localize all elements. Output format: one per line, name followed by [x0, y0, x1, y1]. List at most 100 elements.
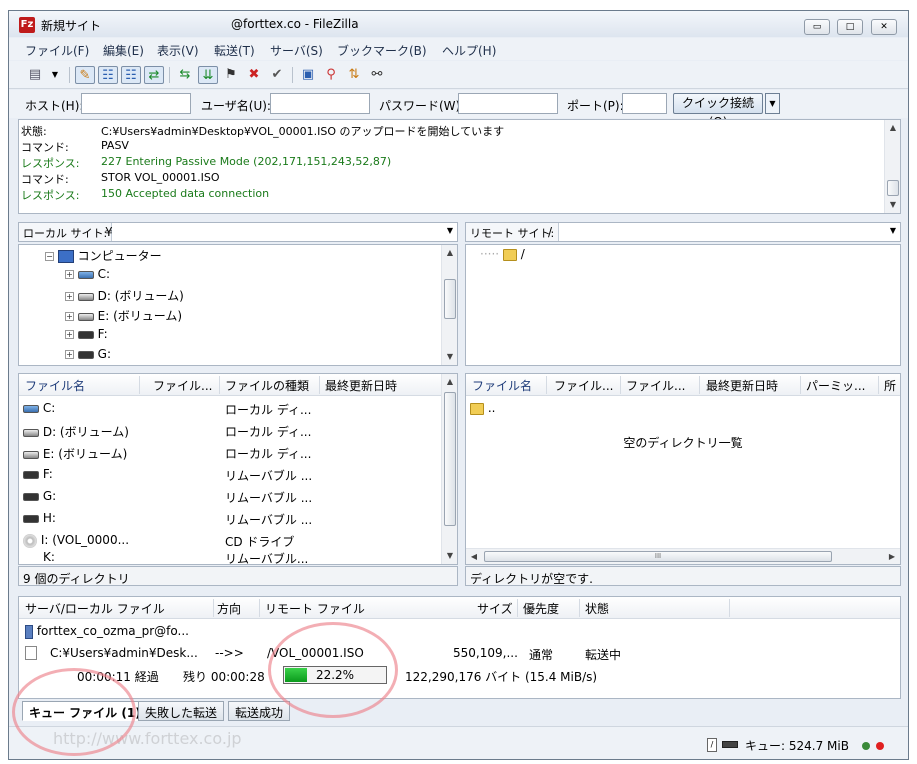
tree-node-drive[interactable]: + C: — [65, 267, 110, 287]
column-size[interactable]: サイズ — [477, 600, 513, 617]
scroll-thumb[interactable] — [444, 392, 456, 526]
list-item[interactable]: H: リムーバブル ... — [19, 508, 441, 530]
menu-bookmarks[interactable]: ブックマーク(B) — [337, 42, 427, 59]
bottom-status-bar: http://www.forttex.co.jp / キュー: 524.7 Mi… — [9, 726, 908, 759]
quickconnect-dropdown-icon[interactable]: ▼ — [765, 93, 780, 114]
expand-icon[interactable]: + — [65, 350, 74, 359]
minimize-button[interactable]: ▭ — [804, 19, 830, 35]
collapse-icon[interactable]: − — [45, 252, 54, 261]
list-item[interactable]: K: リムーバブル... — [19, 552, 441, 564]
column-remote-file[interactable]: リモート ファイル — [265, 600, 365, 617]
scroll-up-icon[interactable]: ▲ — [885, 120, 901, 136]
quickconnect-button[interactable]: クイック接続(Q) — [673, 93, 763, 129]
port-input[interactable] — [622, 93, 667, 114]
speed-limit-icon[interactable]: / — [707, 738, 717, 752]
list-item[interactable]: E: (ボリューム) ローカル ディ... — [19, 442, 441, 464]
log-scrollbar[interactable]: ▲ ▼ — [884, 120, 900, 213]
menu-server[interactable]: サーバ(S) — [270, 42, 323, 59]
maximize-button[interactable]: □ — [837, 19, 863, 35]
tab-queued-files[interactable]: キュー ファイル (1) — [22, 701, 148, 721]
list-item[interactable]: D: (ボリューム) ローカル ディ... — [19, 420, 441, 442]
toggle-remote-tree-icon[interactable]: ☷ — [121, 66, 141, 84]
menu-edit[interactable]: 編集(E) — [103, 42, 144, 59]
expand-icon[interactable]: + — [65, 312, 74, 321]
scroll-thumb[interactable]: III — [484, 551, 832, 562]
column-filesize[interactable]: ファイル... — [153, 377, 215, 394]
local-site-path[interactable]: ¥ — [105, 225, 113, 239]
scroll-down-icon[interactable]: ▼ — [885, 197, 901, 213]
column-filesize[interactable]: ファイル... — [554, 377, 618, 394]
process-queue-icon[interactable]: ⇊ — [198, 66, 218, 84]
tree-node-drive[interactable]: + D: (ボリューム) — [65, 287, 184, 307]
scroll-left-icon[interactable]: ◀ — [466, 549, 482, 564]
toggle-log-icon[interactable]: ✎ — [75, 66, 95, 84]
column-filename[interactable]: ファイル名 — [472, 377, 542, 394]
binary-mode-icon[interactable] — [722, 741, 738, 748]
close-button[interactable]: ✕ — [871, 19, 897, 35]
expand-icon[interactable]: + — [65, 292, 74, 301]
refresh-icon[interactable]: ⇆ — [175, 66, 195, 84]
scroll-right-icon[interactable]: ▶ — [884, 549, 900, 564]
column-direction[interactable]: 方向 — [217, 600, 241, 617]
column-separator — [219, 376, 220, 394]
list-item[interactable]: F: リムーバブル ... — [19, 464, 441, 486]
site-manager-dropdown-icon[interactable]: ▼ — [45, 66, 65, 84]
cancel-operation-icon[interactable]: ⚑ — [221, 66, 241, 84]
scroll-thumb[interactable] — [887, 180, 899, 196]
list-item[interactable]: G: リムーバブル ... — [19, 486, 441, 508]
tree-node-root[interactable]: ····· / — [480, 247, 525, 267]
tree-node-drive[interactable]: + G: — [65, 347, 111, 367]
column-permissions[interactable]: パーミッ... — [806, 377, 876, 394]
tab-successful-transfers[interactable]: 転送成功 — [228, 701, 291, 721]
user-input[interactable] — [270, 93, 370, 114]
column-filename[interactable]: ファイル名 — [25, 377, 135, 394]
remote-list-hscrollbar[interactable]: ◀ III ▶ — [466, 548, 900, 564]
list-item[interactable]: C: ローカル ディ... — [19, 398, 441, 420]
site-manager-icon[interactable]: ▤ — [25, 66, 45, 84]
column-filetype[interactable]: ファイルの種類 — [225, 377, 317, 394]
column-modified[interactable]: 最終更新日時 — [325, 377, 435, 394]
list-item[interactable]: .. — [466, 398, 900, 420]
remote-site-path[interactable]: / — [548, 225, 552, 239]
scroll-thumb[interactable] — [444, 279, 456, 319]
column-status[interactable]: 状態 — [585, 600, 609, 617]
column-server-local-file[interactable]: サーバ/ローカル ファイル — [25, 600, 165, 617]
menu-help[interactable]: ヘルプ(H) — [442, 42, 496, 59]
column-priority[interactable]: 優先度 — [523, 600, 559, 617]
local-site-dropdown-icon[interactable]: ▼ — [447, 226, 453, 235]
menu-transfer[interactable]: 転送(T) — [214, 42, 255, 59]
remote-site-dropdown-icon[interactable]: ▼ — [890, 226, 896, 235]
scroll-up-icon[interactable]: ▲ — [442, 374, 457, 390]
sync-browse-icon[interactable]: ⇅ — [344, 66, 364, 84]
reconnect-icon[interactable]: ✔ — [267, 66, 287, 84]
tree-node-computer[interactable]: − コンピューター — [45, 247, 162, 267]
disconnect-icon[interactable]: ✖ — [244, 66, 264, 84]
column-owner[interactable]: 所 — [884, 377, 900, 394]
menu-view[interactable]: 表示(V) — [157, 42, 199, 59]
tree-node-drive[interactable]: + E: (ボリューム) — [65, 307, 182, 327]
list-item[interactable]: I: (VOL_0000... CD ドライブ — [19, 530, 441, 552]
local-list-scrollbar[interactable]: ▲ ▼ — [441, 374, 457, 564]
tab-failed-transfers[interactable]: 失敗した転送 — [138, 701, 225, 721]
column-modified[interactable]: 最終更新日時 — [706, 377, 798, 394]
toggle-queue-icon[interactable]: ⇄ — [144, 66, 164, 84]
tree-node-drive[interactable]: + F: — [65, 327, 108, 347]
queue-server-row[interactable]: forttex_co_ozma_pr@fo... — [25, 624, 189, 639]
column-filetype[interactable]: ファイル... — [626, 377, 696, 394]
search-icon[interactable]: ⚯ — [367, 66, 387, 84]
host-input[interactable] — [81, 93, 191, 114]
scroll-down-icon[interactable]: ▼ — [442, 349, 458, 365]
local-tree-scrollbar[interactable]: ▲ ▼ — [441, 245, 457, 365]
queue-server-name: forttex_co_ozma_pr@fo... — [36, 624, 189, 638]
menu-file[interactable]: ファイル(F) — [25, 42, 89, 59]
scroll-down-icon[interactable]: ▼ — [442, 548, 457, 564]
drive-icon — [77, 312, 94, 321]
password-input[interactable] — [458, 93, 558, 114]
toggle-local-tree-icon[interactable]: ☷ — [98, 66, 118, 84]
filter-icon[interactable]: ▣ — [298, 66, 318, 84]
compare-directories-icon[interactable]: ⚲ — [321, 66, 341, 84]
expand-icon[interactable]: + — [65, 270, 74, 279]
scroll-up-icon[interactable]: ▲ — [442, 245, 458, 261]
expand-icon[interactable]: + — [65, 330, 74, 339]
folder-icon — [502, 248, 517, 261]
